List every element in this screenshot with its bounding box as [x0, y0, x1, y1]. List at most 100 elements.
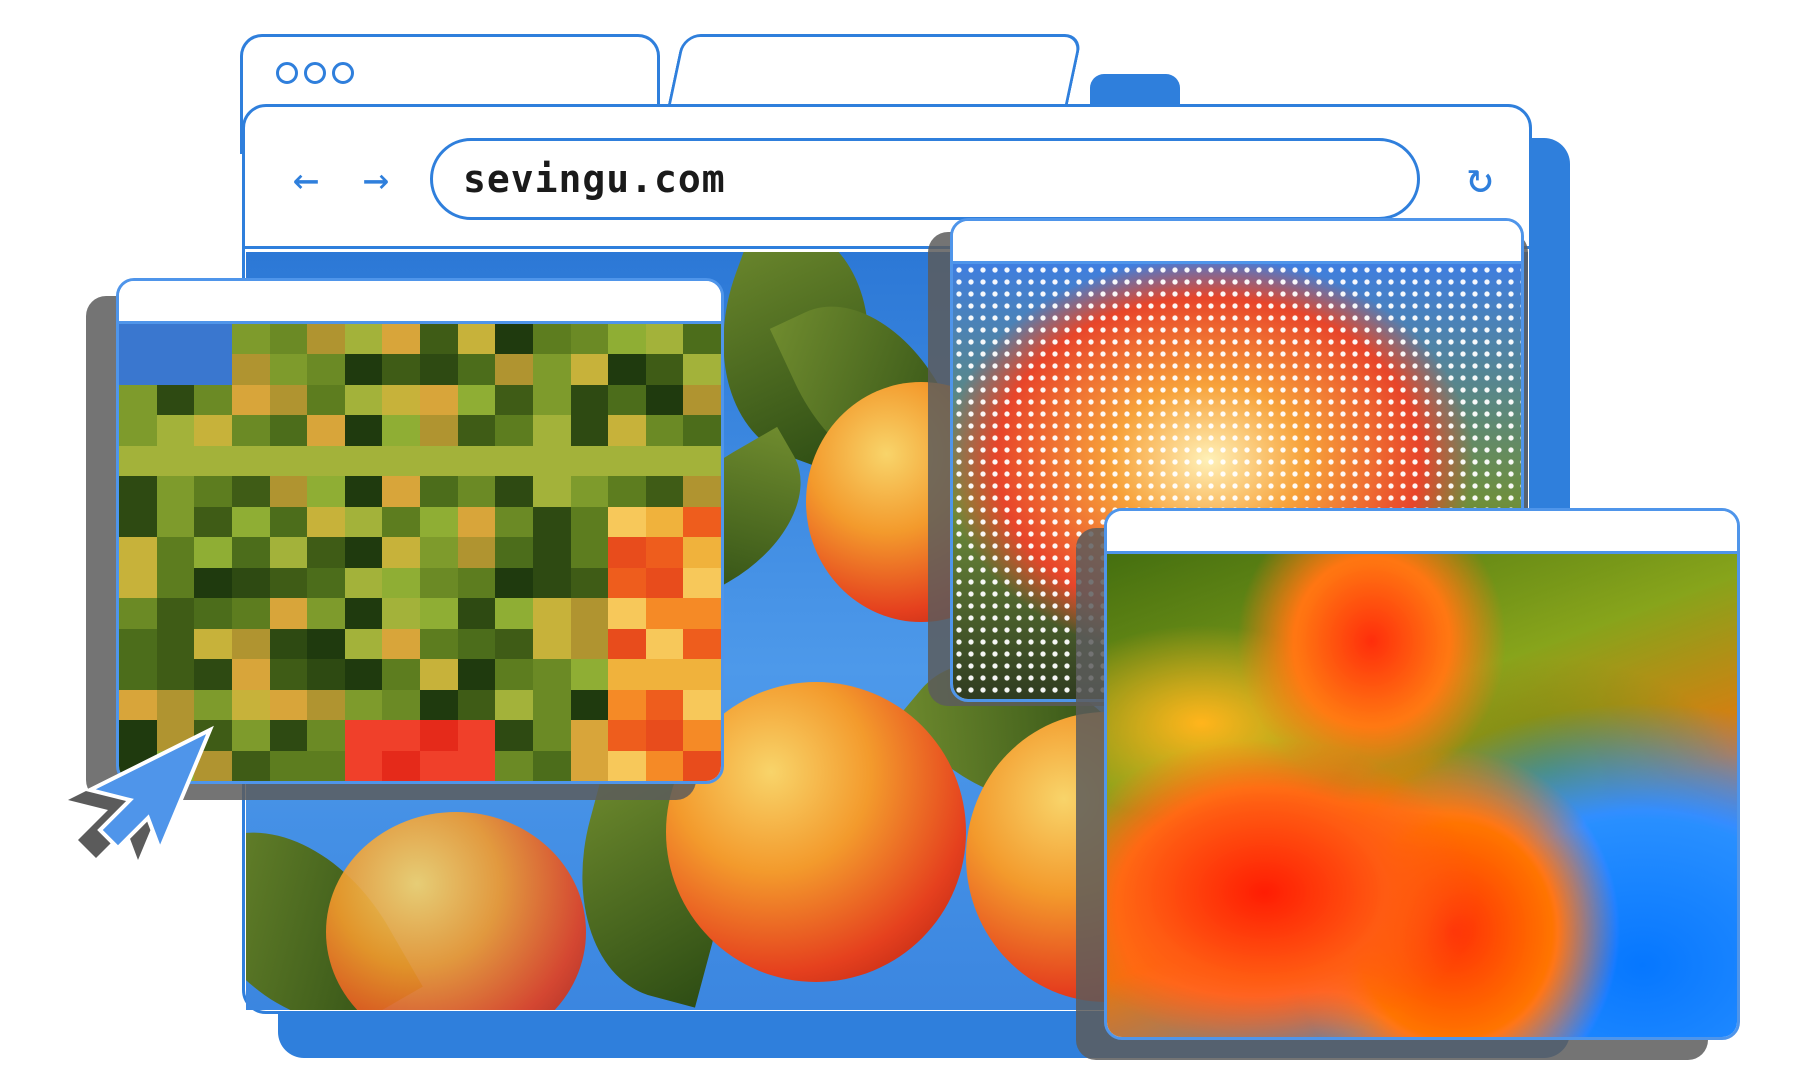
window-titlebar[interactable]: [953, 221, 1521, 264]
pixel-block: [382, 324, 420, 355]
pixel-block: [420, 628, 458, 660]
pixel-block: [570, 750, 609, 781]
pixel-block: [645, 720, 684, 751]
pixel-block: [307, 567, 345, 599]
pixel-block: [570, 628, 609, 660]
pixel-block: [382, 506, 420, 538]
pixel-block: [683, 567, 721, 599]
pixel-block: [495, 445, 533, 477]
pixel-block: [194, 476, 232, 507]
pixel-block: [420, 445, 458, 477]
browser-tab-inactive[interactable]: [668, 34, 1083, 104]
pixel-block: [382, 445, 420, 477]
pixel-block: [269, 720, 308, 751]
pixel-block: [457, 324, 496, 355]
pixel-block: [344, 720, 383, 751]
pixel-block: [570, 567, 609, 599]
pixel-block: [495, 354, 533, 385]
pixel-block: [495, 598, 533, 629]
pixel-block: [608, 537, 646, 568]
pixel-block: [683, 506, 721, 538]
pixel-block: [420, 720, 458, 751]
pixel-block: [532, 324, 571, 355]
painted-image: [1107, 554, 1737, 1037]
painted-window[interactable]: [1104, 508, 1740, 1040]
pixel-block: [231, 537, 270, 568]
maximize-dot-icon[interactable]: [332, 62, 354, 84]
pixel-block: [645, 628, 684, 660]
pixel-block: [457, 506, 496, 538]
pixel-block: [608, 476, 646, 507]
window-titlebar[interactable]: [119, 281, 721, 324]
arrow-right-icon[interactable]: →: [346, 150, 406, 210]
pixel-block: [495, 506, 533, 538]
pixel-block: [382, 537, 420, 568]
pixel-block: [495, 537, 533, 568]
pixel-block: [420, 415, 458, 446]
pixel-block: [683, 720, 721, 751]
pixelated-image: [119, 324, 721, 781]
pixel-block: [344, 628, 383, 660]
pixel-block: [156, 384, 195, 416]
pixel-block: [344, 324, 383, 355]
pixel-block: [269, 750, 308, 781]
pixel-block: [645, 659, 684, 690]
pixel-block: [608, 384, 646, 416]
pixel-block: [307, 415, 345, 446]
pixel-block: [119, 384, 157, 416]
pixel-block: [344, 567, 383, 599]
pixel-block: [420, 324, 458, 355]
pixel-block: [495, 415, 533, 446]
pixel-block: [532, 750, 571, 781]
pixel-block: [570, 506, 609, 538]
pixel-block: [683, 476, 721, 507]
pixel-block: [156, 689, 195, 721]
pixelated-window[interactable]: [116, 278, 724, 784]
pixel-block: [570, 659, 609, 690]
pixel-block: [532, 720, 571, 751]
pixel-block: [495, 659, 533, 690]
pixel-block: [495, 628, 533, 660]
pixel-block: [608, 567, 646, 599]
close-dot-icon[interactable]: [276, 62, 298, 84]
pixel-block: [269, 354, 308, 385]
pixel-block: [119, 415, 157, 446]
pixel-block: [683, 598, 721, 629]
pixel-block: [420, 384, 458, 416]
pixel-block: [269, 506, 308, 538]
pixel-block: [344, 415, 383, 446]
pixel-block: [683, 354, 721, 385]
pixel-block: [269, 689, 308, 721]
pixel-block: [119, 354, 157, 385]
pixel-block: [231, 324, 270, 355]
pixel-block: [645, 506, 684, 538]
pixel-block: [457, 445, 496, 477]
pixel-block: [645, 354, 684, 385]
minimize-dot-icon[interactable]: [304, 62, 326, 84]
pixel-block: [194, 567, 232, 599]
pixel-block: [231, 354, 270, 385]
pixel-block: [344, 506, 383, 538]
pixel-block: [457, 689, 496, 721]
pixel-block: [608, 324, 646, 355]
pixel-block: [495, 567, 533, 599]
arrow-left-icon[interactable]: ←: [276, 150, 336, 210]
pixel-block: [269, 659, 308, 690]
pixel-block: [457, 384, 496, 416]
pixel-block: [156, 598, 195, 629]
pixel-block: [570, 324, 609, 355]
pixel-block: [231, 384, 270, 416]
pixel-block: [194, 324, 232, 355]
pixel-block: [645, 445, 684, 477]
pixel-block: [608, 506, 646, 538]
pixel-block: [683, 445, 721, 477]
pixel-block: [532, 354, 571, 385]
pixel-block: [119, 689, 157, 721]
window-titlebar[interactable]: [1107, 511, 1737, 554]
reload-icon[interactable]: ↻: [1452, 150, 1508, 206]
pixel-block: [532, 659, 571, 690]
pixel-block: [570, 384, 609, 416]
pixel-block: [269, 537, 308, 568]
pixel-block: [344, 598, 383, 629]
address-bar[interactable]: sevingu.com: [430, 138, 1420, 220]
